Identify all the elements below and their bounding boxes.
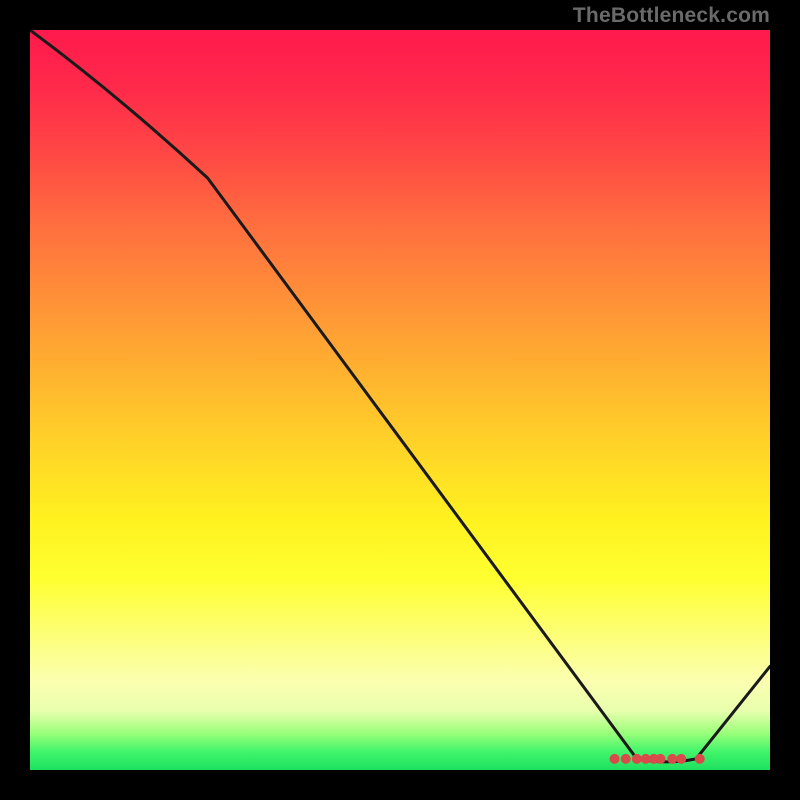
data-marker [621, 754, 631, 764]
data-marker [676, 754, 686, 764]
chart-root: TheBottleneck.com [0, 0, 800, 800]
watermark-text: TheBottleneck.com [573, 4, 770, 28]
data-marker [632, 754, 642, 764]
data-marker [667, 754, 677, 764]
data-marker [610, 754, 620, 764]
data-marker [695, 754, 705, 764]
data-marker [655, 754, 665, 764]
curve-line [30, 30, 770, 762]
chart-overlay [30, 30, 770, 770]
